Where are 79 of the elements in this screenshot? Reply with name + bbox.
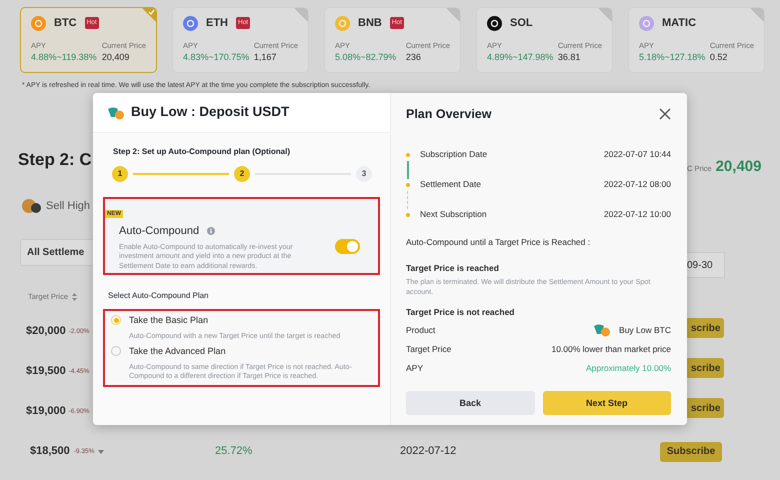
subscribe-button[interactable]: scribe: [687, 358, 724, 378]
auto-compound-title: Auto-Compound: [119, 224, 200, 239]
not-reached-title: Target Price is not reached: [406, 306, 516, 318]
coin-icon: [487, 16, 502, 31]
detail-value: 10.00% lower than market price: [551, 342, 671, 356]
subscribe-button[interactable]: scribe: [687, 318, 724, 338]
timeline-date: 2022-07-07 10:44: [604, 148, 671, 162]
reached-title: Target Price is reached: [406, 262, 500, 274]
detail-value: Approximately 10.00%: [586, 362, 671, 374]
timeline-date: 2022-07-12 08:00: [604, 178, 671, 192]
apy-value: 5.18%~127.18%: [639, 50, 706, 64]
timeline-date: 2022-07-12 10:00: [604, 208, 671, 222]
detail-label: Target Price: [406, 342, 452, 356]
detail-label: Product: [406, 324, 436, 336]
caret-icon: [98, 450, 104, 454]
info-icon: [207, 227, 216, 236]
price-value: 1,167: [254, 50, 278, 64]
detail-value: Buy Low BTC: [619, 324, 671, 336]
step-circle: 2: [234, 166, 250, 182]
timeline-label: Subscription Date: [419, 148, 488, 162]
coin-name: ETH: [206, 16, 228, 31]
apy-value: 5.08%~82.79%: [335, 50, 396, 64]
corner-icon: [750, 8, 764, 22]
timeline-connector: [407, 160, 409, 179]
apy-value: 25.72%: [215, 444, 254, 460]
close-icon[interactable]: [659, 108, 671, 120]
price-value: 20,409: [102, 50, 130, 64]
corner-icon: [446, 8, 460, 22]
next-step-button[interactable]: Next Step: [542, 391, 671, 416]
timeline-label: Next Subscription: [419, 208, 487, 222]
apy-value: 4.83%~170.75%: [183, 50, 250, 64]
coin-icon: [183, 16, 198, 31]
dialog-title: Buy Low : Deposit USDT: [131, 103, 290, 122]
settlement-date: 2022-07-12: [400, 444, 458, 460]
back-button[interactable]: Back: [406, 391, 534, 416]
corner-icon: [598, 8, 612, 22]
step-title: Step 2: Set up Auto-Compound plan (Optional): [112, 146, 292, 158]
check-corner-icon: [142, 8, 156, 22]
plan-radio[interactable]: [111, 346, 121, 356]
timeline-label: Settlement Date: [419, 178, 481, 192]
price-value: 36.81: [558, 50, 582, 64]
apy-value: 4.88%~119.38%: [31, 50, 97, 64]
target-price: $18,500: [30, 444, 70, 460]
target-price: $19,500: [26, 364, 66, 380]
timeline-connector: [407, 190, 409, 209]
price-value: 0.52: [710, 50, 728, 64]
plan-radio[interactable]: [111, 315, 121, 325]
step-heading: Step 2: C: [18, 148, 93, 170]
token-pair-icon: [107, 106, 125, 120]
settlement-filter[interactable]: All Settleme: [20, 238, 93, 266]
apy-value: 4.89%~147.98%: [487, 50, 554, 64]
coin-name: SOL: [510, 16, 533, 31]
btc-price: 20,409: [716, 156, 762, 176]
coin-icon: [639, 16, 654, 31]
overview-title: Plan Overview: [406, 106, 492, 123]
condition-text: Auto-Compound until a Target Price is Reached :: [406, 236, 592, 248]
step-circle: 1: [112, 166, 128, 182]
plan-title: Take the Advanced Plan: [129, 345, 227, 358]
coin-pair-icon: [22, 199, 42, 214]
target-price: $20,000: [26, 324, 66, 340]
token-pair-icon: [593, 322, 612, 337]
step-circle: 3: [356, 166, 372, 182]
detail-label: APY: [406, 362, 424, 374]
coin-name: BNB: [358, 16, 382, 31]
coin-name: MATIC: [662, 16, 696, 31]
coin-icon: [31, 16, 46, 31]
sort-icon: [72, 292, 78, 300]
sell-high-tab[interactable]: Sell High: [46, 198, 90, 214]
target-price: $19,000: [26, 404, 66, 420]
corner-icon: [294, 8, 308, 22]
coin-name: BTC: [54, 16, 77, 31]
auto-compound-toggle[interactable]: [335, 239, 360, 254]
plan-title: Take the Basic Plan: [129, 314, 210, 327]
coin-icon: [335, 16, 350, 31]
price-value: 236: [406, 50, 422, 64]
subscribe-button[interactable]: Subscribe: [660, 442, 722, 462]
subscribe-button[interactable]: scribe: [687, 398, 724, 418]
date-filter[interactable]: 09-30: [687, 252, 725, 278]
plan-heading: Select Auto-Compound Plan: [107, 290, 210, 302]
